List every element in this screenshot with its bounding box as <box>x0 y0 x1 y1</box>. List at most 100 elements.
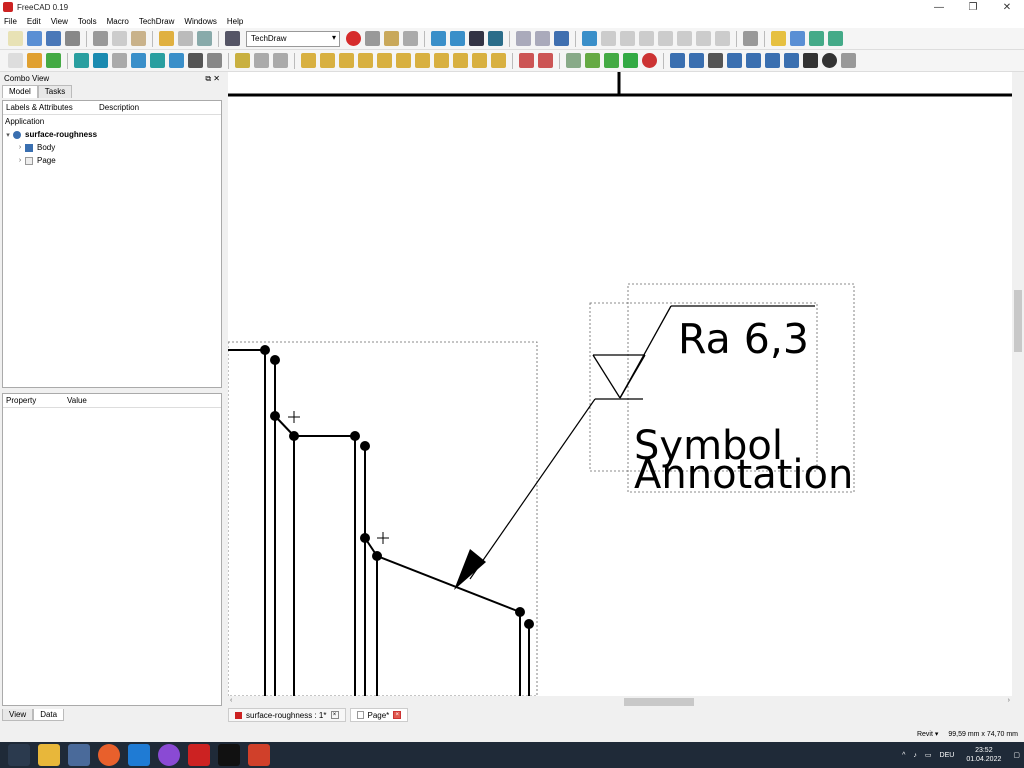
menu-view[interactable]: View <box>51 17 68 26</box>
close-tab-icon[interactable]: × <box>330 711 339 719</box>
isometric-view-icon[interactable] <box>601 31 616 46</box>
tab-document[interactable]: surface-roughness : 1* × <box>228 708 346 722</box>
make-link-icon[interactable] <box>809 31 824 46</box>
vertical-scroll-thumb[interactable] <box>1014 290 1022 352</box>
close-window-button[interactable]: ✕ <box>990 2 1024 13</box>
stop-macro-icon[interactable] <box>365 31 380 46</box>
menu-edit[interactable]: Edit <box>27 17 41 26</box>
measure-icon[interactable] <box>743 31 758 46</box>
radius-dimension-icon[interactable] <box>358 53 373 68</box>
horizontal-dimension-icon[interactable] <box>320 53 335 68</box>
landmark-dimension-icon[interactable] <box>491 53 506 68</box>
group-icon[interactable] <box>790 31 805 46</box>
insert-page-icon[interactable] <box>8 53 23 68</box>
copy-icon[interactable] <box>112 31 127 46</box>
clip-remove-icon[interactable] <box>273 53 288 68</box>
extent-dimension-icon[interactable] <box>434 53 449 68</box>
projection-group-icon[interactable] <box>112 53 127 68</box>
network-icon[interactable]: ▭ <box>925 751 932 759</box>
arch-view-icon[interactable] <box>188 53 203 68</box>
tab-page[interactable]: Page* × <box>349 708 409 722</box>
hatch-icon[interactable] <box>566 53 581 68</box>
new-document-icon[interactable] <box>8 31 23 46</box>
vertical-scrollbar[interactable] <box>1012 72 1024 696</box>
print-icon[interactable] <box>65 31 80 46</box>
tree-item-document[interactable]: ▾ surface-roughness <box>3 128 221 141</box>
vertical-dimension-icon[interactable] <box>339 53 354 68</box>
rear-view-icon[interactable] <box>677 31 692 46</box>
image-icon[interactable] <box>623 53 638 68</box>
spreadsheet-view-icon[interactable] <box>207 53 222 68</box>
edit-macro-icon[interactable] <box>384 31 399 46</box>
close-tab-icon[interactable]: × <box>393 711 402 719</box>
diameter-dimension-icon[interactable] <box>377 53 392 68</box>
horizontal-scrollbar[interactable]: ‹ › <box>228 696 1012 708</box>
menu-windows[interactable]: Windows <box>184 17 216 26</box>
toggle-frames-icon[interactable] <box>642 53 657 68</box>
horizontal-scroll-thumb[interactable] <box>624 698 694 706</box>
language-indicator[interactable]: DEU <box>940 752 955 759</box>
minimize-button[interactable]: — <box>922 2 956 13</box>
balloon-icon[interactable] <box>472 53 487 68</box>
left-view-icon[interactable] <box>715 31 730 46</box>
active-app-icon[interactable] <box>248 744 270 766</box>
cosmetic-line-icon[interactable] <box>765 53 780 68</box>
right-view-icon[interactable] <box>658 31 673 46</box>
prop-header-value[interactable]: Value <box>67 396 87 407</box>
insert-template-page-icon[interactable] <box>27 53 42 68</box>
fit-selection-icon[interactable] <box>450 31 465 46</box>
part-icon[interactable] <box>771 31 786 46</box>
drawing-canvas[interactable]: Ra 6,3 Symbol Annotation <box>228 72 1012 696</box>
front-view-icon[interactable] <box>620 31 635 46</box>
link-actions-icon[interactable] <box>828 31 843 46</box>
top-view-icon[interactable] <box>639 31 654 46</box>
export-svg-icon[interactable] <box>519 53 534 68</box>
refresh-icon[interactable] <box>197 31 212 46</box>
clip-add-icon[interactable] <box>254 53 269 68</box>
link-dimension-icon[interactable] <box>453 53 468 68</box>
record-macro-icon[interactable] <box>346 31 361 46</box>
std-views-icon[interactable] <box>582 31 597 46</box>
export-dxf-icon[interactable] <box>538 53 553 68</box>
cut-icon[interactable] <box>93 31 108 46</box>
tree-header-labels[interactable]: Labels & Attributes <box>3 103 99 114</box>
redo-icon[interactable] <box>178 31 193 46</box>
tab-data[interactable]: Data <box>33 709 65 721</box>
section-view-icon[interactable] <box>131 53 146 68</box>
three-point-angle-icon[interactable] <box>415 53 430 68</box>
app-icon[interactable] <box>68 744 90 766</box>
tray-chevron-icon[interactable]: ^ <box>902 752 905 759</box>
maximize-button[interactable]: ❐ <box>956 2 990 13</box>
workbench-selector[interactable]: TechDraw ▾ <box>246 30 340 47</box>
angle-dimension-icon[interactable] <box>396 53 411 68</box>
detail-view-icon[interactable] <box>150 53 165 68</box>
volume-icon[interactable]: ♪ <box>913 752 917 759</box>
cosmetic-eraser-icon[interactable] <box>784 53 799 68</box>
leader-line-icon[interactable] <box>689 53 704 68</box>
prop-header-property[interactable]: Property <box>3 396 67 407</box>
terminal-icon[interactable] <box>218 744 240 766</box>
scroll-left-icon[interactable]: ‹ <box>230 697 232 704</box>
vscode-icon[interactable] <box>128 744 150 766</box>
navigation-style[interactable]: Revit ▾ <box>917 730 938 738</box>
menu-help[interactable]: Help <box>227 17 243 26</box>
leader-line[interactable] <box>469 398 596 580</box>
firefox-icon[interactable] <box>98 744 120 766</box>
menu-tools[interactable]: Tools <box>78 17 97 26</box>
tree-header-description[interactable]: Description <box>99 103 139 114</box>
paste-icon[interactable] <box>131 31 146 46</box>
rich-text-annotation-icon[interactable] <box>708 53 723 68</box>
menu-macro[interactable]: Macro <box>107 17 129 26</box>
freecad-taskbar-icon[interactable] <box>188 744 210 766</box>
open-icon[interactable] <box>27 31 42 46</box>
clip-group-icon[interactable] <box>235 53 250 68</box>
clock[interactable]: 23:52 01.04.2022 <box>966 746 1001 764</box>
redraw-page-icon[interactable] <box>46 53 61 68</box>
chevron-right-icon[interactable]: › <box>15 144 25 151</box>
menu-techdraw[interactable]: TechDraw <box>139 17 175 26</box>
windows-start-icon[interactable] <box>8 744 30 766</box>
weld-symbol-icon[interactable] <box>841 53 856 68</box>
fit-all-icon[interactable] <box>431 31 446 46</box>
part-geometry[interactable] <box>228 349 530 696</box>
menu-file[interactable]: File <box>4 17 17 26</box>
